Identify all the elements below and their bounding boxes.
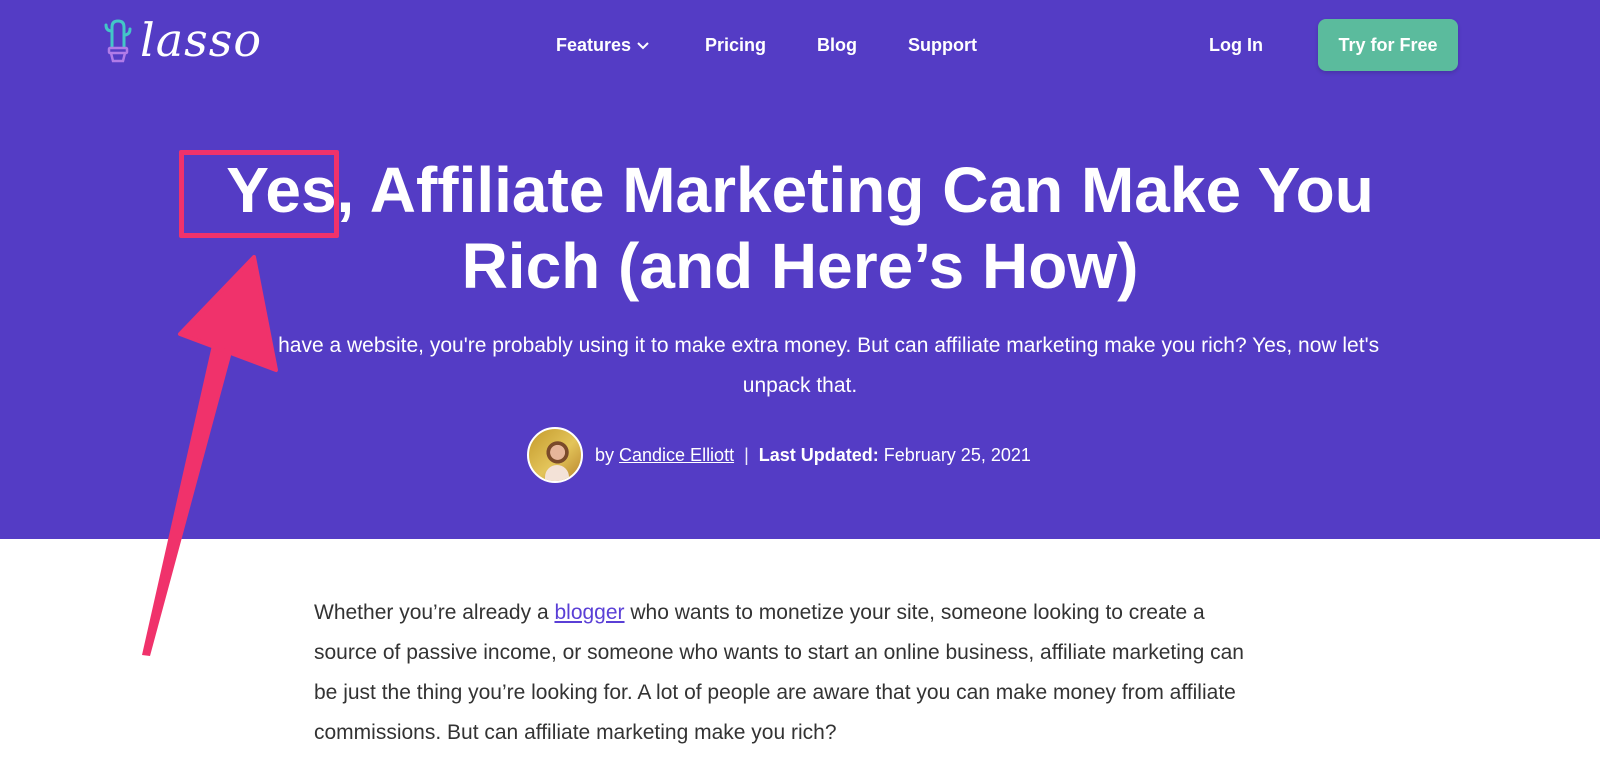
last-updated-label: Last Updated: bbox=[758, 444, 879, 465]
logo-wordmark: lasso bbox=[140, 13, 263, 67]
subtitle-line-1: If you have a website, you're probably u… bbox=[220, 334, 1380, 357]
try-for-free-button[interactable]: Try for Free bbox=[1318, 19, 1458, 71]
logo[interactable]: lasso bbox=[102, 16, 262, 64]
page-title-line-2: Rich (and Here’s How) bbox=[461, 230, 1139, 302]
byline: by Candice Elliott | Last Updated: Febru… bbox=[527, 426, 1031, 484]
article-paragraph: Whether you’re already a blogger who wan… bbox=[314, 593, 1254, 753]
nav-features[interactable]: Features bbox=[556, 34, 649, 56]
nav-support[interactable]: Support bbox=[908, 34, 977, 56]
subtitle-line-2: unpack that. bbox=[742, 374, 858, 397]
hero-section: lasso Features Pricing Blog Support Log … bbox=[0, 0, 1600, 539]
nav-login[interactable]: Log In bbox=[1209, 34, 1263, 56]
byline-by: by bbox=[595, 444, 615, 465]
nav-blog[interactable]: Blog bbox=[817, 34, 857, 56]
title-line-1-text: Affiliate Marketing Can Make You bbox=[369, 154, 1374, 226]
byline-separator: | bbox=[744, 444, 749, 465]
last-updated-date: February 25, 2021 bbox=[883, 444, 1031, 465]
chevron-down-icon bbox=[637, 42, 649, 50]
annotation-highlight-box bbox=[179, 150, 339, 238]
page-subtitle: If you have a website, you're probably u… bbox=[130, 326, 1470, 406]
paragraph-text-before-link: Whether you’re already a bbox=[314, 601, 555, 624]
nav-features-label: Features bbox=[556, 35, 632, 55]
author-avatar[interactable] bbox=[527, 427, 583, 483]
cactus-pot-icon bbox=[104, 19, 132, 63]
nav-pricing[interactable]: Pricing bbox=[705, 34, 766, 56]
blogger-link[interactable]: blogger bbox=[554, 601, 624, 624]
author-link[interactable]: Candice Elliott bbox=[619, 445, 734, 466]
